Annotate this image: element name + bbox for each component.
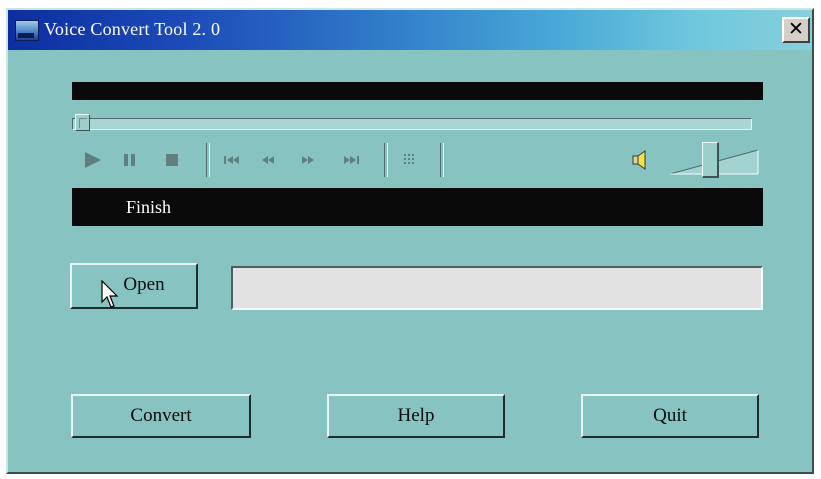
grid-icon [404,154,414,164]
open-button-label: Open [123,274,165,295]
close-icon: ✕ [788,18,804,40]
open-button[interactable]: Open [70,263,198,309]
quit-button[interactable]: Quit [581,394,759,438]
skip-back-button[interactable] [221,148,247,172]
skip-back-icon [224,156,239,164]
seek-track[interactable] [72,118,752,130]
mouse-cursor-icon [101,280,119,308]
stop-icon [166,154,178,166]
app-icon [15,20,39,41]
toolbar-separator [440,143,444,177]
toolbar-separator [384,143,388,177]
pause-icon [124,154,135,166]
pause-button[interactable] [120,148,140,172]
window-title: Voice Convert Tool 2. 0 [44,19,221,39]
close-button[interactable]: ✕ [782,17,810,43]
help-button[interactable]: Help [327,394,505,438]
playlist-button[interactable] [400,148,422,172]
rewind-button[interactable] [258,148,284,172]
title-bar[interactable]: Voice Convert Tool 2. 0 ✕ [8,10,812,50]
fast-forward-icon [302,156,314,164]
seek-thumb[interactable] [75,114,90,131]
volume-thumb[interactable] [702,142,719,178]
status-text: Finish [126,197,172,217]
convert-button-label: Convert [130,405,192,426]
rewind-icon [262,156,274,164]
mute-button[interactable] [630,148,652,177]
skip-forward-button[interactable] [340,148,366,172]
file-path-field[interactable] [231,266,763,310]
fast-forward-button[interactable] [298,148,324,172]
speaker-icon [632,150,646,170]
app-window: Voice Convert Tool 2. 0 ✕ Finish Open Co… [6,8,814,474]
toolbar-separator [206,143,210,177]
status-display: Finish [72,188,763,226]
play-icon [85,152,101,168]
skip-forward-icon [344,156,359,164]
convert-button[interactable]: Convert [71,394,251,438]
play-button[interactable] [82,148,104,172]
display-bar [72,82,763,100]
stop-button[interactable] [163,148,183,172]
quit-button-label: Quit [653,405,687,426]
help-button-label: Help [397,405,435,426]
